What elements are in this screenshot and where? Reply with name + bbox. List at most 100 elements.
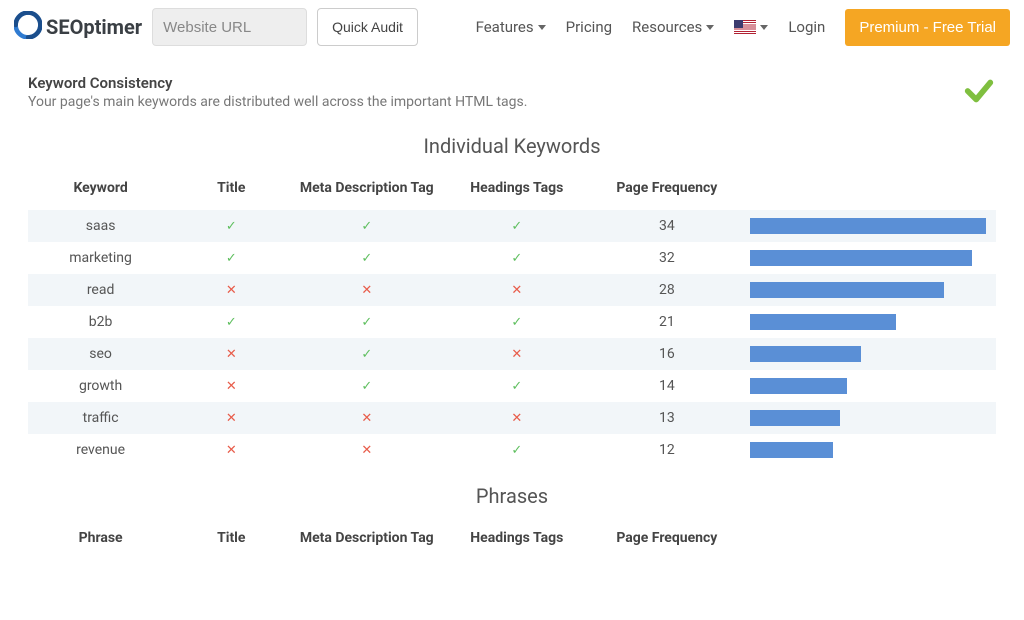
cross-icon: ✕ bbox=[511, 347, 522, 362]
cell-headings: ✓ bbox=[444, 370, 589, 402]
frequency-bar bbox=[750, 346, 861, 362]
cross-icon: ✕ bbox=[511, 411, 522, 426]
cell-keyword: growth bbox=[28, 370, 173, 402]
status-check-icon bbox=[962, 74, 996, 116]
cross-icon: ✕ bbox=[361, 443, 372, 458]
chevron-down-icon bbox=[706, 25, 714, 30]
cell-meta: ✕ bbox=[289, 434, 444, 466]
nav-resources[interactable]: Resources bbox=[632, 18, 714, 36]
table2-title: Phrases bbox=[28, 484, 996, 508]
cross-icon: ✕ bbox=[226, 443, 237, 458]
frequency-bar bbox=[750, 442, 833, 458]
th-title: Title bbox=[173, 522, 289, 560]
cell-keyword: revenue bbox=[28, 434, 173, 466]
cell-bar bbox=[744, 338, 996, 370]
table-row: saas✓✓✓34 bbox=[28, 210, 996, 242]
cell-title: ✕ bbox=[173, 402, 289, 434]
cell-freq: 34 bbox=[589, 210, 744, 242]
cell-meta: ✓ bbox=[289, 210, 444, 242]
chevron-down-icon bbox=[760, 25, 768, 30]
cell-freq: 12 bbox=[589, 434, 744, 466]
nav-pricing[interactable]: Pricing bbox=[566, 18, 612, 36]
check-icon: ✓ bbox=[511, 443, 522, 458]
cell-freq: 21 bbox=[589, 306, 744, 338]
cell-keyword: b2b bbox=[28, 306, 173, 338]
cell-headings: ✓ bbox=[444, 210, 589, 242]
cell-freq: 16 bbox=[589, 338, 744, 370]
cell-meta: ✓ bbox=[289, 370, 444, 402]
th-bar bbox=[744, 522, 996, 560]
cell-bar bbox=[744, 242, 996, 274]
frequency-bar bbox=[750, 282, 943, 298]
frequency-bar bbox=[750, 314, 896, 330]
th-title: Title bbox=[173, 172, 289, 210]
nav-login[interactable]: Login bbox=[788, 18, 825, 36]
table-row: traffic✕✕✕13 bbox=[28, 402, 996, 434]
quick-audit-button[interactable]: Quick Audit bbox=[317, 8, 418, 46]
cell-headings: ✓ bbox=[444, 306, 589, 338]
cell-bar bbox=[744, 402, 996, 434]
table-header-row: Keyword Title Meta Description Tag Headi… bbox=[28, 172, 996, 210]
cell-meta: ✓ bbox=[289, 242, 444, 274]
cell-freq: 28 bbox=[589, 274, 744, 306]
cell-headings: ✕ bbox=[444, 274, 589, 306]
th-meta: Meta Description Tag bbox=[289, 522, 444, 560]
cross-icon: ✕ bbox=[226, 283, 237, 298]
section-title: Keyword Consistency bbox=[28, 74, 527, 92]
nav-features[interactable]: Features bbox=[476, 18, 546, 36]
logo-icon bbox=[14, 11, 42, 44]
cell-keyword: seo bbox=[28, 338, 173, 370]
check-icon: ✓ bbox=[361, 219, 372, 234]
cross-icon: ✕ bbox=[226, 347, 237, 362]
cell-title: ✕ bbox=[173, 274, 289, 306]
check-icon: ✓ bbox=[511, 219, 522, 234]
check-icon: ✓ bbox=[361, 251, 372, 266]
cell-headings: ✕ bbox=[444, 338, 589, 370]
check-icon: ✓ bbox=[226, 315, 237, 330]
th-bar bbox=[744, 172, 996, 210]
cell-headings: ✓ bbox=[444, 434, 589, 466]
cell-meta: ✓ bbox=[289, 306, 444, 338]
cell-meta: ✕ bbox=[289, 402, 444, 434]
cell-freq: 13 bbox=[589, 402, 744, 434]
cross-icon: ✕ bbox=[361, 411, 372, 426]
cell-keyword: read bbox=[28, 274, 173, 306]
cross-icon: ✕ bbox=[226, 379, 237, 394]
cross-icon: ✕ bbox=[361, 283, 372, 298]
check-icon: ✓ bbox=[361, 315, 372, 330]
th-headings: Headings Tags bbox=[444, 522, 589, 560]
th-keyword: Keyword bbox=[28, 172, 173, 210]
frequency-bar bbox=[750, 250, 972, 266]
check-icon: ✓ bbox=[226, 251, 237, 266]
table-row: seo ✕ ✓ ✕ 16 bbox=[28, 338, 996, 370]
check-icon: ✓ bbox=[511, 315, 522, 330]
cell-bar bbox=[744, 434, 996, 466]
premium-trial-button[interactable]: Premium - Free Trial bbox=[845, 9, 1010, 46]
th-headings: Headings Tags bbox=[444, 172, 589, 210]
cell-headings: ✓ bbox=[444, 242, 589, 274]
th-freq: Page Frequency bbox=[589, 172, 744, 210]
table-row: growth✕✓✓14 bbox=[28, 370, 996, 402]
th-freq: Page Frequency bbox=[589, 522, 744, 560]
table-header-row: Phrase Title Meta Description Tag Headin… bbox=[28, 522, 996, 560]
nav-resources-label: Resources bbox=[632, 18, 702, 36]
content: Keyword Consistency Your page's main key… bbox=[0, 54, 1024, 560]
navbar: SEOptimer Quick Audit Features Pricing R… bbox=[0, 0, 1024, 54]
cell-bar bbox=[744, 210, 996, 242]
cell-title: ✓ bbox=[173, 306, 289, 338]
nav-right: Features Pricing Resources Login Premium… bbox=[476, 9, 1010, 46]
check-icon: ✓ bbox=[511, 379, 522, 394]
table-row: marketing✓✓✓32 bbox=[28, 242, 996, 274]
cell-bar bbox=[744, 306, 996, 338]
table-row: read✕✕✕28 bbox=[28, 274, 996, 306]
cell-bar bbox=[744, 274, 996, 306]
logo[interactable]: SEOptimer bbox=[14, 11, 142, 44]
language-selector[interactable] bbox=[734, 20, 768, 34]
cell-title: ✓ bbox=[173, 242, 289, 274]
check-icon: ✓ bbox=[361, 347, 372, 362]
website-url-input[interactable] bbox=[152, 8, 307, 46]
cell-bar bbox=[744, 370, 996, 402]
check-icon: ✓ bbox=[226, 219, 237, 234]
cell-keyword: traffic bbox=[28, 402, 173, 434]
frequency-bar bbox=[750, 410, 840, 426]
